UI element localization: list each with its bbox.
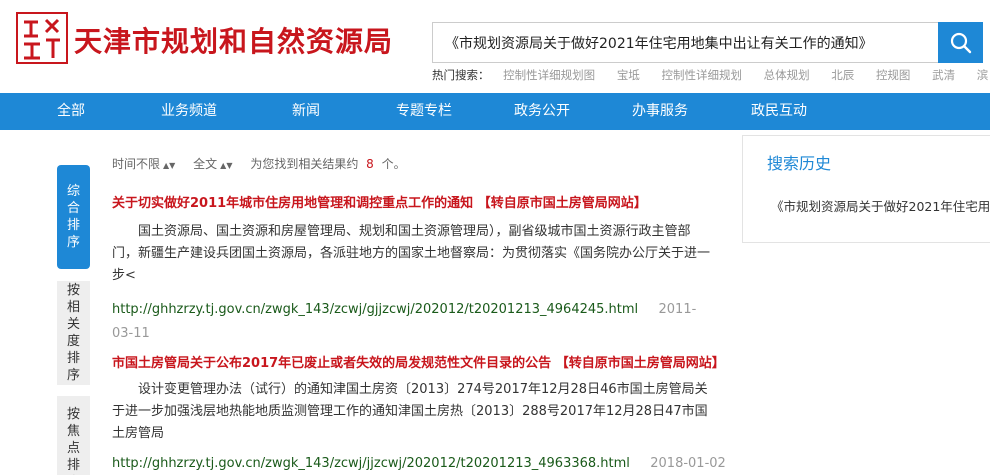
nav-item-news[interactable]: 新闻 bbox=[284, 93, 328, 130]
hot-search-link[interactable]: 控规图 bbox=[876, 68, 911, 82]
hot-search-link[interactable]: 控制性详细规划 bbox=[661, 68, 742, 82]
result-item: 市国土房管局关于公布2017年已废止或者失效的局发规范性文件目录的公告 【转自原… bbox=[112, 352, 726, 475]
hot-search-link[interactable]: 滨 bbox=[977, 68, 989, 82]
result-count: 8 bbox=[366, 157, 374, 171]
result-count-suffix: 个。 bbox=[381, 157, 406, 171]
sort-caret-icon[interactable]: ▲▼ bbox=[163, 161, 175, 170]
tab-comprehensive-sort[interactable]: 综合排序 bbox=[57, 165, 90, 269]
nav-item-all[interactable]: 全部 bbox=[50, 93, 92, 130]
search-history-title: 搜索历史 bbox=[767, 154, 832, 173]
search-input[interactable] bbox=[433, 23, 938, 62]
nav-item-business[interactable]: 业务频道 bbox=[158, 93, 220, 130]
hot-search-link[interactable]: 总体规划 bbox=[764, 68, 810, 82]
header: 天津市规划和自然资源局 热门搜索： 控制性详细规划图 宝坻 控制性详细规划 总体… bbox=[0, 0, 990, 93]
logo-seal-icon bbox=[16, 12, 68, 64]
search-history-panel: 搜索历史 《市规划资源局关于做好2021年住宅用 bbox=[742, 135, 990, 243]
scope-filter[interactable]: 全文 bbox=[193, 157, 217, 171]
hot-search-link[interactable]: 北辰 bbox=[831, 68, 854, 82]
nav-item-services[interactable]: 办事服务 bbox=[629, 93, 691, 130]
result-url[interactable]: http://ghhzrzy.tj.gov.cn/zwgk_143/zcwj/j… bbox=[112, 456, 630, 471]
search-button[interactable] bbox=[938, 22, 983, 63]
main-nav: 全部 业务频道 新闻 专题专栏 政务公开 办事服务 政民互动 bbox=[0, 93, 990, 130]
time-filter[interactable]: 时间不限 bbox=[112, 157, 160, 171]
result-url[interactable]: http://ghhzrzy.tj.gov.cn/zwgk_143/zcwj/g… bbox=[112, 302, 638, 317]
nav-item-gov-affairs[interactable]: 政务公开 bbox=[511, 93, 573, 130]
hot-search-link[interactable]: 控制性详细规划图 bbox=[503, 68, 595, 82]
tab-focus-sort[interactable]: 按焦点排序 bbox=[57, 396, 90, 475]
sort-caret-icon[interactable]: ▲▼ bbox=[220, 161, 232, 170]
hot-searches: 热门搜索： 控制性详细规划图 宝坻 控制性详细规划 总体规划 北辰 控规图 武清… bbox=[432, 67, 990, 83]
result-meta: http://ghhzrzy.tj.gov.cn/zwgk_143/zcwj/g… bbox=[112, 297, 712, 345]
nav-item-topics[interactable]: 专题专栏 bbox=[393, 93, 455, 130]
hot-searches-label: 热门搜索： bbox=[432, 68, 490, 82]
result-date: 2018-01-02 bbox=[650, 456, 726, 471]
result-snippet: 设计变更管理办法（试行）的通知津国土房资〔2013〕274号2017年12月28… bbox=[112, 382, 708, 441]
tab-label: 按焦点排序 bbox=[66, 407, 80, 473]
hot-search-link[interactable]: 宝坻 bbox=[617, 68, 640, 82]
tab-relevance-sort[interactable]: 按相关度排序 bbox=[57, 281, 90, 385]
result-title[interactable]: 关于切实做好2011年城市住房用地管理和调控重点工作的通知 【转自原市国土房管局… bbox=[112, 192, 712, 211]
search-history-item[interactable]: 《市规划资源局关于做好2021年住宅用 bbox=[771, 196, 990, 215]
result-item: 关于切实做好2011年城市住房用地管理和调控重点工作的通知 【转自原市国土房管局… bbox=[112, 192, 712, 345]
result-meta: http://ghhzrzy.tj.gov.cn/zwgk_143/zcwj/j… bbox=[112, 451, 726, 475]
hot-search-link[interactable]: 武清 bbox=[932, 68, 955, 82]
site-title[interactable]: 天津市规划和自然资源局 bbox=[74, 20, 393, 60]
nav-item-interaction[interactable]: 政民互动 bbox=[748, 93, 810, 130]
tab-label: 综合排序 bbox=[66, 184, 80, 250]
search-box[interactable] bbox=[432, 22, 938, 63]
filter-bar: 时间不限 ▲▼ 全文 ▲▼ 为您找到相关结果约 8 个。 bbox=[112, 155, 406, 172]
search-icon bbox=[950, 32, 971, 53]
result-snippet: 国土资源局、国土资源和房屋管理局、规划和国土资源管理局），副省级城市国土资源行政… bbox=[112, 224, 711, 283]
result-count-prefix: 为您找到相关结果约 bbox=[250, 157, 359, 171]
tab-label: 按相关度排序 bbox=[66, 283, 80, 383]
result-title[interactable]: 市国土房管局关于公布2017年已废止或者失效的局发规范性文件目录的公告 【转自原… bbox=[112, 352, 725, 371]
